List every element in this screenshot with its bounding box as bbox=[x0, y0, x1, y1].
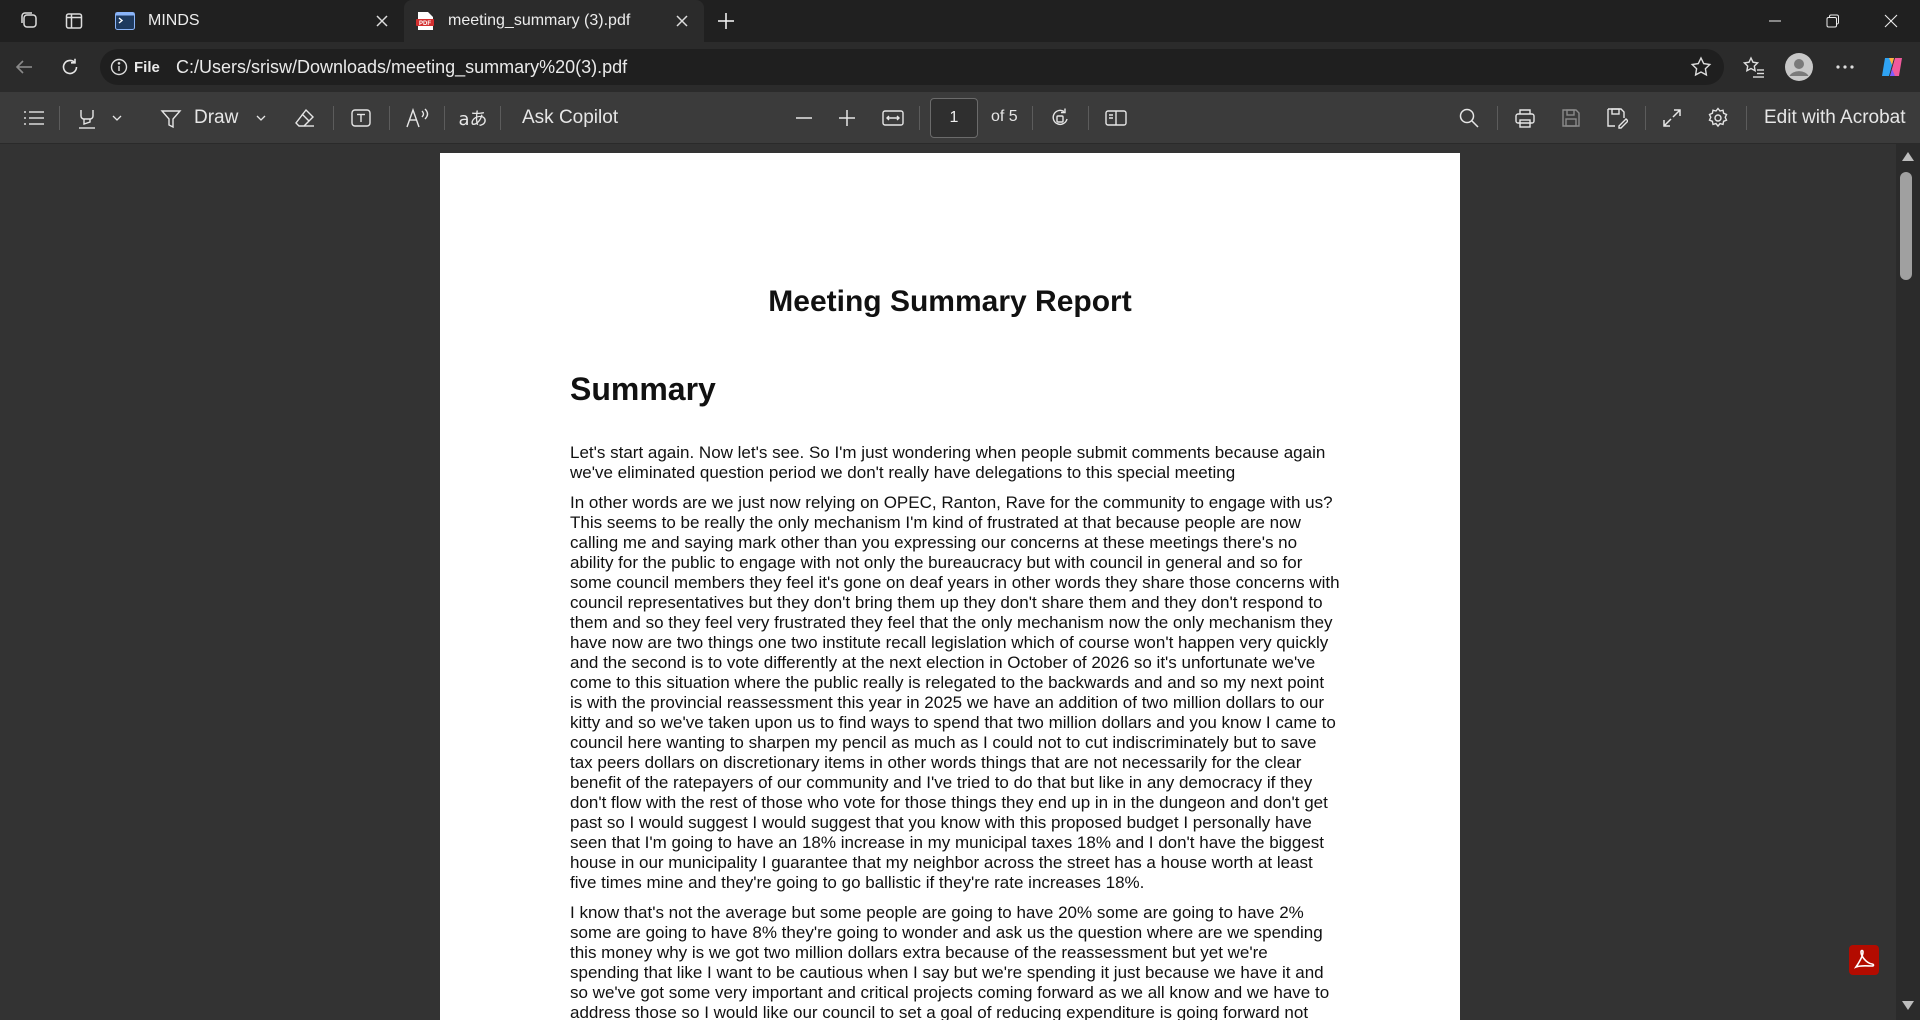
draw-label: Draw bbox=[194, 107, 239, 128]
tab-minds[interactable]: MINDS bbox=[104, 0, 404, 42]
refresh-button[interactable] bbox=[54, 51, 86, 83]
profile-avatar[interactable] bbox=[1783, 51, 1815, 83]
save-icon[interactable] bbox=[1558, 104, 1584, 132]
favorites-icon bbox=[1743, 56, 1764, 78]
workspaces-icon[interactable] bbox=[18, 9, 42, 33]
toolbar-divider bbox=[1497, 106, 1498, 130]
page-view-icon[interactable] bbox=[1103, 104, 1129, 132]
paragraph: I know that's not the average but some p… bbox=[570, 903, 1330, 1020]
scroll-up-arrow-icon[interactable] bbox=[1902, 152, 1914, 161]
url-text[interactable]: C:/Users/srisw/Downloads/meeting_summary… bbox=[176, 57, 627, 78]
section-heading: Summary bbox=[570, 371, 716, 407]
ask-copilot-label: Ask Copilot bbox=[522, 107, 619, 128]
new-tab-button[interactable] bbox=[713, 8, 739, 34]
settings-gear-icon[interactable] bbox=[1705, 104, 1731, 132]
draw-button[interactable]: Draw bbox=[194, 104, 238, 132]
more-options-icon[interactable] bbox=[1829, 51, 1861, 83]
contents-list-icon[interactable] bbox=[20, 104, 48, 132]
translate-icon[interactable]: aあ bbox=[458, 104, 488, 132]
vertical-scrollbar[interactable] bbox=[1896, 144, 1920, 1020]
toolbar-divider bbox=[444, 106, 445, 130]
edit-with-acrobat-button[interactable]: Edit with Acrobat bbox=[1764, 104, 1906, 132]
pdf-viewer[interactable]: Meeting Summary Report Summary Let's sta… bbox=[0, 144, 1920, 1020]
toolbar-divider bbox=[59, 106, 60, 130]
tab-title: MINDS bbox=[148, 12, 200, 29]
favorites-button[interactable] bbox=[1738, 51, 1770, 83]
print-icon[interactable] bbox=[1512, 104, 1538, 132]
fit-to-width-icon[interactable] bbox=[880, 104, 906, 132]
toolbar-divider bbox=[1746, 106, 1747, 130]
fullscreen-icon[interactable] bbox=[1659, 104, 1685, 132]
svg-text:PDF: PDF bbox=[419, 21, 431, 27]
terminal-icon bbox=[114, 12, 136, 30]
search-icon[interactable] bbox=[1456, 104, 1482, 132]
eraser-icon[interactable] bbox=[292, 104, 318, 132]
toolbar-divider bbox=[1088, 106, 1089, 130]
back-button[interactable] bbox=[8, 51, 40, 83]
copilot-icon[interactable] bbox=[1876, 51, 1908, 83]
close-tab-icon[interactable] bbox=[370, 9, 394, 33]
site-info-button[interactable]: File bbox=[110, 56, 160, 78]
paragraph: Let's start again. Now let's see. So I'm… bbox=[570, 443, 1326, 482]
scroll-thumb[interactable] bbox=[1900, 172, 1912, 280]
info-icon bbox=[110, 58, 128, 76]
toolbar-divider bbox=[919, 106, 920, 130]
toolbar-divider bbox=[1645, 106, 1646, 130]
edit-with-acrobat-label: Edit with Acrobat bbox=[1764, 107, 1906, 128]
close-tab-icon[interactable] bbox=[670, 9, 694, 33]
acrobat-icon[interactable] bbox=[1849, 945, 1879, 975]
document-body: Let's start again. Now let's see. So I'm… bbox=[570, 443, 1340, 1020]
highlight-icon[interactable] bbox=[74, 104, 100, 132]
page-number-input[interactable]: 1 bbox=[930, 98, 978, 138]
highlight-options-chevron-icon[interactable] bbox=[110, 104, 124, 132]
navigation-bar: File C:/Users/srisw/Downloads/meeting_su… bbox=[0, 42, 1920, 92]
read-aloud-icon[interactable] bbox=[404, 104, 432, 132]
tab-strip: MINDS PDF meeting_summary (3).pdf bbox=[0, 0, 1920, 42]
toolbar-divider bbox=[333, 106, 334, 130]
favorite-star-icon[interactable] bbox=[1690, 56, 1712, 78]
close-window-button[interactable] bbox=[1862, 0, 1920, 42]
tab-title: meeting_summary (3).pdf bbox=[448, 12, 631, 29]
zoom-in-icon[interactable] bbox=[836, 104, 858, 132]
pdf-icon: PDF bbox=[414, 12, 436, 30]
paragraph: In other words are we just now relying o… bbox=[570, 493, 1340, 892]
restore-button[interactable] bbox=[1804, 0, 1862, 42]
pdf-toolbar: Draw aあ Ask Copilot 1 of 5 Edit with Acr… bbox=[0, 92, 1920, 144]
tab-meeting-summary[interactable]: PDF meeting_summary (3).pdf bbox=[404, 0, 704, 42]
minimize-button[interactable] bbox=[1746, 0, 1804, 42]
draw-pen-icon[interactable] bbox=[158, 104, 184, 132]
draw-options-chevron-icon[interactable] bbox=[254, 104, 268, 132]
zoom-out-icon[interactable] bbox=[793, 104, 815, 132]
pdf-page: Meeting Summary Report Summary Let's sta… bbox=[440, 153, 1460, 1020]
address-bar[interactable]: File C:/Users/srisw/Downloads/meeting_su… bbox=[100, 49, 1724, 85]
page-count: of 5 bbox=[991, 108, 1018, 125]
rotate-icon[interactable] bbox=[1047, 104, 1073, 132]
toolbar-divider bbox=[500, 106, 501, 130]
ask-copilot-button[interactable]: Ask Copilot bbox=[522, 104, 618, 132]
toolbar-divider bbox=[1032, 106, 1033, 130]
toolbar-divider bbox=[389, 106, 390, 130]
scroll-down-arrow-icon[interactable] bbox=[1902, 1001, 1914, 1010]
save-as-icon[interactable] bbox=[1604, 104, 1630, 132]
document-title: Meeting Summary Report bbox=[768, 285, 1132, 318]
scheme-label: File bbox=[134, 58, 160, 76]
vertical-tabs-icon[interactable] bbox=[62, 9, 86, 33]
add-text-icon[interactable] bbox=[348, 104, 374, 132]
